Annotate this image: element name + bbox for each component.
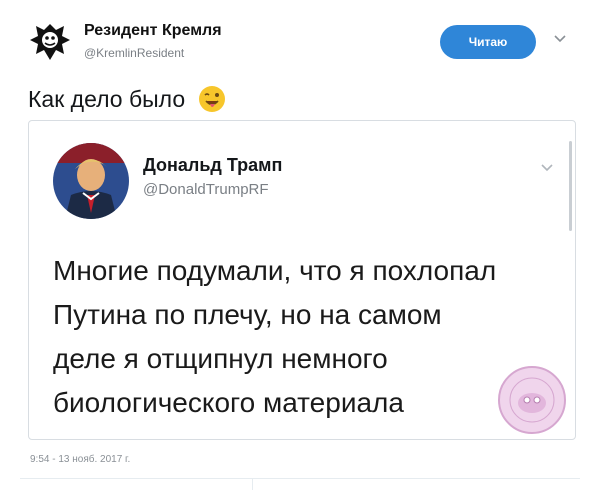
chevron-down-icon[interactable] [539, 159, 555, 175]
emblem-icon [30, 24, 70, 60]
tweet-text-content: Как дело было [28, 86, 186, 112]
quote-scrollbar[interactable] [569, 141, 572, 231]
author-handle[interactable]: @KremlinResident [84, 46, 184, 60]
quoted-text-line: биологического материала [53, 387, 404, 418]
quoted-text-line: Путина по плечу, но на самом [53, 299, 442, 330]
quoted-author-name[interactable]: Дональд Трамп [143, 155, 282, 176]
chevron-down-icon[interactable] [552, 30, 568, 46]
quoted-author-handle[interactable]: @DonaldTrumpRF [143, 181, 269, 198]
quoted-author-avatar[interactable] [53, 143, 129, 219]
divider [252, 478, 253, 490]
quoted-tweet-card[interactable]: Дональд Трамп @DonaldTrumpRF Многие поду… [28, 120, 576, 440]
winking-face-tongue-emoji-icon [198, 85, 226, 119]
tweet-text: Как дело было [28, 85, 226, 119]
quoted-text-line: Многие подумали, что я похлопал [53, 255, 497, 286]
follow-button[interactable]: Читаю [440, 25, 536, 59]
watermark-stamp-icon [498, 366, 566, 434]
divider [20, 478, 580, 479]
quoted-text-line: деле я отщипнул немного [53, 343, 388, 374]
tweet-timestamp[interactable]: 9:54 - 13 нояб. 2017 г. [30, 454, 130, 465]
author-avatar[interactable] [24, 16, 76, 68]
author-name[interactable]: Резидент Кремля [84, 22, 222, 40]
quoted-tweet-text: Многие подумали, что я похлопал Путина п… [53, 249, 553, 425]
